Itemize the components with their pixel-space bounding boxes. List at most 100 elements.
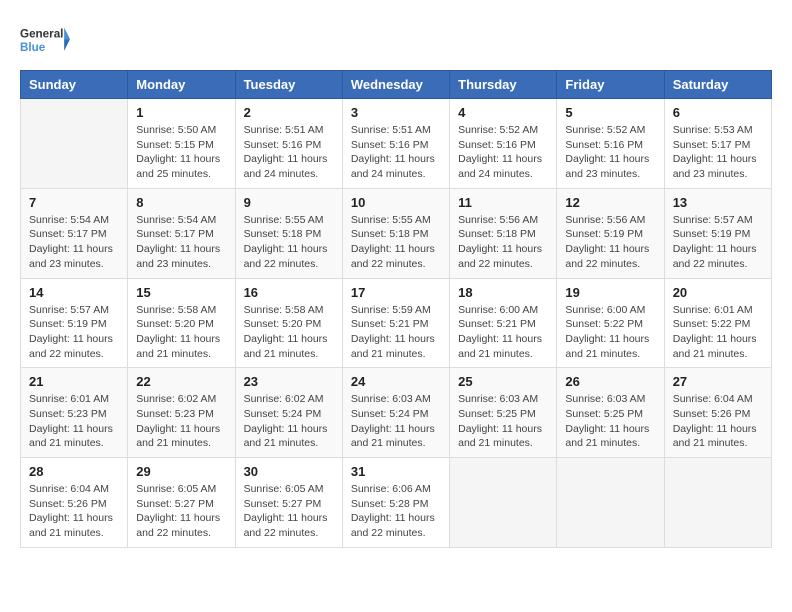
calendar-cell: 4 Sunrise: 5:52 AM Sunset: 5:16 PM Daylig… — [450, 99, 557, 189]
calendar-cell: 23Sunrise: 6:02 AM Sunset: 5:24 PM Dayli… — [235, 368, 342, 458]
day-info: Sunrise: 5:51 AM Sunset: 5:16 PM Dayligh… — [351, 123, 441, 182]
calendar-cell: 25Sunrise: 6:03 AM Sunset: 5:25 PM Dayli… — [450, 368, 557, 458]
day-number: 23 — [244, 374, 334, 389]
calendar-week-row: 7Sunrise: 5:54 AM Sunset: 5:17 PM Daylig… — [21, 188, 772, 278]
calendar-cell — [557, 458, 664, 548]
calendar-cell: 28 Sunrise: 6:04 AM Sunset: 5:26 PM Dayli… — [21, 458, 128, 548]
day-number: 28 — [29, 464, 119, 479]
calendar-cell: 1 Sunrise: 5:50 AM Sunset: 5:15 PM Daylig… — [128, 99, 235, 189]
calendar-cell: 12Sunrise: 5:56 AM Sunset: 5:19 PM Dayli… — [557, 188, 664, 278]
calendar-cell: 9 Sunrise: 5:55 AM Sunset: 5:18 PM Daylig… — [235, 188, 342, 278]
day-info: Sunrise: 5:50 AM Sunset: 5:15 PM Dayligh… — [136, 123, 226, 182]
day-info: Sunrise: 6:06 AM Sunset: 5:28 PM Dayligh… — [351, 482, 441, 541]
day-number: 17 — [351, 285, 441, 300]
day-info: Sunrise: 6:01 AM Sunset: 5:23 PM Dayligh… — [29, 392, 119, 451]
calendar-cell: 15 Sunrise: 5:58 AM Sunset: 5:20 PM Dayli… — [128, 278, 235, 368]
calendar-cell — [664, 458, 771, 548]
day-number: 21 — [29, 374, 119, 389]
day-number: 4 — [458, 105, 548, 120]
calendar-day-header: Monday — [128, 71, 235, 99]
day-info: Sunrise: 5:56 AM Sunset: 5:19 PM Dayligh… — [565, 213, 655, 272]
calendar-cell: 27 Sunrise: 6:04 AM Sunset: 5:26 PM Dayli… — [664, 368, 771, 458]
day-number: 16 — [244, 285, 334, 300]
calendar-cell: 5 Sunrise: 5:52 AM Sunset: 5:16 PM Daylig… — [557, 99, 664, 189]
calendar-cell: 14Sunrise: 5:57 AM Sunset: 5:19 PM Dayli… — [21, 278, 128, 368]
calendar-cell: 20 Sunrise: 6:01 AM Sunset: 5:22 PM Dayli… — [664, 278, 771, 368]
day-number: 7 — [29, 195, 119, 210]
day-number: 24 — [351, 374, 441, 389]
day-info: Sunrise: 6:04 AM Sunset: 5:26 PM Dayligh… — [29, 482, 119, 541]
day-number: 19 — [565, 285, 655, 300]
day-number: 20 — [673, 285, 763, 300]
logo-svg: General Blue — [20, 20, 70, 60]
day-number: 18 — [458, 285, 548, 300]
calendar-day-header: Sunday — [21, 71, 128, 99]
day-number: 22 — [136, 374, 226, 389]
day-info: Sunrise: 5:52 AM Sunset: 5:16 PM Dayligh… — [458, 123, 548, 182]
day-number: 2 — [244, 105, 334, 120]
day-number: 15 — [136, 285, 226, 300]
calendar-cell: 22 Sunrise: 6:02 AM Sunset: 5:23 PM Dayli… — [128, 368, 235, 458]
day-info: Sunrise: 6:00 AM Sunset: 5:21 PM Dayligh… — [458, 303, 548, 362]
day-number: 9 — [244, 195, 334, 210]
calendar-cell: 30 Sunrise: 6:05 AM Sunset: 5:27 PM Dayli… — [235, 458, 342, 548]
day-info: Sunrise: 6:03 AM Sunset: 5:24 PM Dayligh… — [351, 392, 441, 451]
calendar-cell: 21 Sunrise: 6:01 AM Sunset: 5:23 PM Dayli… — [21, 368, 128, 458]
calendar-week-row: 28 Sunrise: 6:04 AM Sunset: 5:26 PM Dayli… — [21, 458, 772, 548]
svg-text:Blue: Blue — [20, 41, 46, 54]
day-number: 13 — [673, 195, 763, 210]
day-info: Sunrise: 5:55 AM Sunset: 5:18 PM Dayligh… — [351, 213, 441, 272]
calendar-table: SundayMondayTuesdayWednesdayThursdayFrid… — [20, 70, 772, 548]
calendar-cell: 3Sunrise: 5:51 AM Sunset: 5:16 PM Daylig… — [342, 99, 449, 189]
day-info: Sunrise: 5:53 AM Sunset: 5:17 PM Dayligh… — [673, 123, 763, 182]
calendar-cell: 24 Sunrise: 6:03 AM Sunset: 5:24 PM Dayli… — [342, 368, 449, 458]
day-info: Sunrise: 5:58 AM Sunset: 5:20 PM Dayligh… — [244, 303, 334, 362]
day-number: 11 — [458, 195, 548, 210]
calendar-cell: 18 Sunrise: 6:00 AM Sunset: 5:21 PM Dayli… — [450, 278, 557, 368]
calendar-cell: 2 Sunrise: 5:51 AM Sunset: 5:16 PM Daylig… — [235, 99, 342, 189]
day-number: 29 — [136, 464, 226, 479]
day-info: Sunrise: 5:51 AM Sunset: 5:16 PM Dayligh… — [244, 123, 334, 182]
logo: General Blue — [20, 20, 70, 60]
calendar-cell: 7Sunrise: 5:54 AM Sunset: 5:17 PM Daylig… — [21, 188, 128, 278]
day-info: Sunrise: 5:57 AM Sunset: 5:19 PM Dayligh… — [29, 303, 119, 362]
day-info: Sunrise: 6:02 AM Sunset: 5:23 PM Dayligh… — [136, 392, 226, 451]
calendar-cell: 6 Sunrise: 5:53 AM Sunset: 5:17 PM Daylig… — [664, 99, 771, 189]
day-info: Sunrise: 5:55 AM Sunset: 5:18 PM Dayligh… — [244, 213, 334, 272]
calendar-cell — [450, 458, 557, 548]
day-number: 1 — [136, 105, 226, 120]
calendar-day-header: Friday — [557, 71, 664, 99]
calendar-header-row: SundayMondayTuesdayWednesdayThursdayFrid… — [21, 71, 772, 99]
day-number: 30 — [244, 464, 334, 479]
calendar-cell: 17Sunrise: 5:59 AM Sunset: 5:21 PM Dayli… — [342, 278, 449, 368]
day-number: 27 — [673, 374, 763, 389]
calendar-day-header: Tuesday — [235, 71, 342, 99]
calendar-cell: 31 Sunrise: 6:06 AM Sunset: 5:28 PM Dayli… — [342, 458, 449, 548]
day-info: Sunrise: 5:56 AM Sunset: 5:18 PM Dayligh… — [458, 213, 548, 272]
day-number: 31 — [351, 464, 441, 479]
day-info: Sunrise: 6:01 AM Sunset: 5:22 PM Dayligh… — [673, 303, 763, 362]
day-info: Sunrise: 6:00 AM Sunset: 5:22 PM Dayligh… — [565, 303, 655, 362]
day-info: Sunrise: 5:52 AM Sunset: 5:16 PM Dayligh… — [565, 123, 655, 182]
calendar-cell: 26Sunrise: 6:03 AM Sunset: 5:25 PM Dayli… — [557, 368, 664, 458]
calendar-cell: 29Sunrise: 6:05 AM Sunset: 5:27 PM Dayli… — [128, 458, 235, 548]
calendar-day-header: Thursday — [450, 71, 557, 99]
calendar-cell: 13 Sunrise: 5:57 AM Sunset: 5:19 PM Dayli… — [664, 188, 771, 278]
calendar-cell: 16 Sunrise: 5:58 AM Sunset: 5:20 PM Dayli… — [235, 278, 342, 368]
day-info: Sunrise: 6:03 AM Sunset: 5:25 PM Dayligh… — [565, 392, 655, 451]
day-number: 10 — [351, 195, 441, 210]
day-number: 25 — [458, 374, 548, 389]
calendar-cell — [21, 99, 128, 189]
calendar-week-row: 14Sunrise: 5:57 AM Sunset: 5:19 PM Dayli… — [21, 278, 772, 368]
day-number: 5 — [565, 105, 655, 120]
svg-text:General: General — [20, 28, 63, 41]
day-info: Sunrise: 5:57 AM Sunset: 5:19 PM Dayligh… — [673, 213, 763, 272]
day-number: 6 — [673, 105, 763, 120]
day-info: Sunrise: 6:05 AM Sunset: 5:27 PM Dayligh… — [244, 482, 334, 541]
calendar-cell: 19 Sunrise: 6:00 AM Sunset: 5:22 PM Dayli… — [557, 278, 664, 368]
day-info: Sunrise: 6:04 AM Sunset: 5:26 PM Dayligh… — [673, 392, 763, 451]
calendar-day-header: Wednesday — [342, 71, 449, 99]
calendar-day-header: Saturday — [664, 71, 771, 99]
calendar-cell: 10 Sunrise: 5:55 AM Sunset: 5:18 PM Dayli… — [342, 188, 449, 278]
day-info: Sunrise: 5:58 AM Sunset: 5:20 PM Dayligh… — [136, 303, 226, 362]
